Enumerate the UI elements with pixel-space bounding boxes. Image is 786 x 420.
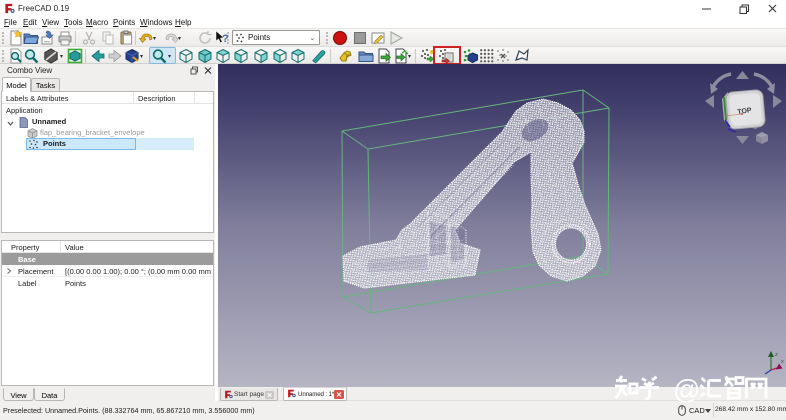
- svg-text:x: x: [781, 359, 784, 365]
- svg-text:?: ?: [222, 33, 229, 45]
- svg-text:@: @: [673, 375, 700, 405]
- svg-text:z: z: [775, 352, 778, 358]
